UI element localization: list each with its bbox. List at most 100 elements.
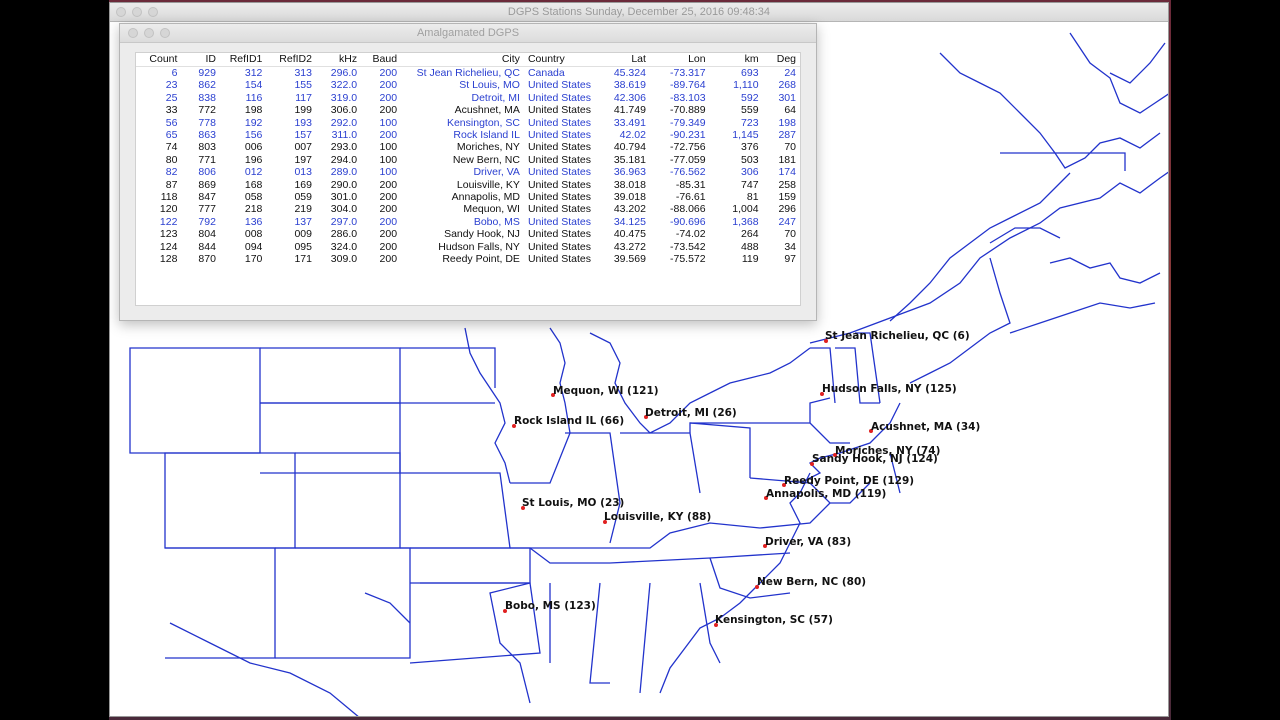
cell-count: 23 bbox=[165, 79, 178, 92]
cell-city: Kensington, SC bbox=[446, 116, 520, 129]
station-label[interactable]: Hudson Falls, NY (125) bbox=[822, 383, 957, 395]
cell-count: 87 bbox=[165, 178, 178, 191]
cell-id: 792 bbox=[198, 215, 216, 228]
station-label[interactable]: Driver, VA (83) bbox=[765, 536, 851, 548]
column-header-refid1[interactable]: RefID1 bbox=[219, 53, 267, 67]
station-label[interactable]: St Jean Richelieu, QC (6) bbox=[825, 330, 970, 342]
table-row[interactable]: 124 844 094 095 324.0 200 Hudson Falls, NY Unit… bbox=[136, 241, 800, 253]
cell-lat: 39.018 bbox=[613, 191, 646, 204]
cell-city: Reedy Point, DE bbox=[442, 253, 520, 266]
cell-lat: 40.794 bbox=[613, 141, 646, 154]
stations-table-view[interactable]: Count ID RefID1 RefID2 kHz Baud City Cou… bbox=[135, 52, 801, 306]
cell-count: 123 bbox=[159, 228, 178, 241]
zoom-button[interactable] bbox=[160, 28, 170, 38]
station-label[interactable]: Detroit, MI (26) bbox=[645, 407, 737, 419]
column-header-deg[interactable]: Deg bbox=[762, 53, 800, 67]
station-label[interactable]: Bobo, MS (123) bbox=[505, 600, 596, 612]
cell-km: 693 bbox=[741, 67, 759, 79]
cell-lon: -76.61 bbox=[675, 191, 706, 204]
column-header-city[interactable]: City bbox=[401, 53, 524, 67]
cell-deg: 24 bbox=[784, 67, 796, 79]
table-row[interactable]: 74 803 006 007 293.0 100 Moriches, NY United St… bbox=[136, 141, 800, 153]
zoom-button[interactable] bbox=[148, 7, 158, 17]
station-label[interactable]: Acushnet, MA (34) bbox=[871, 421, 980, 433]
cell-khz: 292.0 bbox=[330, 116, 358, 129]
cell-city: Mequon, WI bbox=[463, 203, 520, 216]
table-row[interactable]: 87 869 168 169 290.0 200 Louisville, KY United … bbox=[136, 179, 800, 191]
column-header-km[interactable]: km bbox=[709, 53, 763, 67]
station-label[interactable]: New Bern, NC (80) bbox=[757, 576, 866, 588]
cell-refid2: 197 bbox=[294, 153, 312, 166]
station-label[interactable]: Mequon, WI (121) bbox=[553, 385, 659, 397]
table-row[interactable]: 120 777 218 219 304.0 200 Mequon, WI United Sta… bbox=[136, 203, 800, 215]
table-row[interactable]: 23 862 154 155 322.0 200 St Louis, MO United St… bbox=[136, 79, 800, 91]
table-row[interactable]: 25 838 116 117 319.0 200 Detroit, MI United Sta… bbox=[136, 92, 800, 104]
cell-lon: -76.562 bbox=[669, 166, 706, 179]
minimize-button[interactable] bbox=[144, 28, 154, 38]
cell-lon: -77.059 bbox=[669, 153, 706, 166]
cell-deg: 34 bbox=[784, 240, 796, 253]
cell-baud: 100 bbox=[379, 141, 398, 154]
table-row[interactable]: 82 806 012 013 289.0 100 Driver, VA United Stat… bbox=[136, 166, 800, 178]
column-header-lon[interactable]: Lon bbox=[649, 53, 710, 67]
cell-km: 559 bbox=[741, 104, 759, 117]
cell-lat: 43.272 bbox=[613, 240, 646, 253]
table-row[interactable]: 128 870 170 171 309.0 200 Reedy Point, DE Unite… bbox=[136, 253, 800, 265]
table-body: 6 929 312 313 296.0 200 St Jean Richelieu, QC C… bbox=[136, 67, 800, 266]
cell-id: 806 bbox=[198, 166, 216, 179]
cell-refid1: 170 bbox=[244, 253, 263, 266]
cell-km: 1,368 bbox=[732, 215, 759, 228]
column-header-baud[interactable]: Baud bbox=[361, 53, 402, 67]
table-row[interactable]: 65 863 156 157 311.0 200 Rock Island IL United … bbox=[136, 129, 800, 141]
cell-id: 777 bbox=[198, 203, 216, 216]
close-button[interactable] bbox=[116, 7, 126, 17]
cell-count: 33 bbox=[165, 104, 178, 117]
cell-lat: 36.963 bbox=[613, 166, 646, 179]
cell-country: United States bbox=[527, 228, 591, 241]
cell-baud: 200 bbox=[379, 203, 398, 216]
cell-deg: 198 bbox=[778, 116, 796, 129]
column-header-lat[interactable]: Lat bbox=[600, 53, 650, 67]
cell-lat: 34.125 bbox=[613, 215, 646, 228]
cell-refid1: 198 bbox=[244, 104, 263, 117]
cell-refid1: 218 bbox=[244, 203, 263, 216]
column-header-count[interactable]: Count bbox=[136, 53, 182, 67]
station-label[interactable]: Rock Island IL (66) bbox=[514, 415, 624, 427]
cell-khz: 311.0 bbox=[331, 129, 358, 142]
station-label[interactable]: Reedy Point, DE (129) bbox=[784, 475, 914, 487]
cell-lat: 42.02 bbox=[619, 129, 646, 142]
cell-count: 120 bbox=[159, 203, 178, 216]
cell-lat: 42.306 bbox=[613, 91, 646, 104]
station-label[interactable]: Annapolis, MD (119) bbox=[766, 488, 886, 500]
table-row[interactable]: 118 847 058 059 301.0 200 Annapolis, MD United … bbox=[136, 191, 800, 203]
table-row[interactable]: 122 792 136 137 297.0 200 Bobo, MS United State… bbox=[136, 216, 800, 228]
cell-count: 25 bbox=[165, 91, 178, 104]
station-label[interactable]: St Louis, MO (23) bbox=[522, 497, 624, 509]
table-row[interactable]: 123 804 008 009 286.0 200 Sandy Hook, NJ United… bbox=[136, 228, 800, 240]
cell-id: 870 bbox=[198, 253, 216, 266]
table-row[interactable]: 33 772 198 199 306.0 200 Acushnet, MA United St… bbox=[136, 104, 800, 116]
station-label[interactable]: Sandy Hook, NJ (124) bbox=[812, 453, 938, 465]
table-row[interactable]: 56 778 192 193 292.0 100 Kensington, SC United … bbox=[136, 117, 800, 129]
main-title-bar[interactable]: DGPS Stations Sunday, December 25, 2016 … bbox=[110, 3, 1168, 22]
column-header-id[interactable]: ID bbox=[181, 53, 220, 67]
minimize-button[interactable] bbox=[132, 7, 142, 17]
station-label[interactable]: Louisville, KY (88) bbox=[604, 511, 711, 523]
column-header-refid2[interactable]: RefID2 bbox=[266, 53, 316, 67]
table-row[interactable]: 80 771 196 197 294.0 100 New Bern, NC United St… bbox=[136, 154, 800, 166]
cell-km: 1,110 bbox=[733, 79, 759, 92]
cell-refid1: 116 bbox=[245, 91, 263, 104]
table-title-bar[interactable]: Amalgamated DGPS bbox=[120, 24, 816, 43]
cell-id: 847 bbox=[198, 191, 216, 204]
cell-country: United States bbox=[527, 116, 591, 129]
cell-khz: 324.0 bbox=[330, 240, 358, 253]
cell-km: 723 bbox=[741, 116, 759, 129]
cell-km: 376 bbox=[741, 141, 759, 154]
column-header-country[interactable]: Country bbox=[523, 53, 601, 67]
column-header-khz[interactable]: kHz bbox=[315, 53, 362, 67]
cell-country: United States bbox=[527, 178, 591, 191]
close-button[interactable] bbox=[128, 28, 138, 38]
station-label[interactable]: Kensington, SC (57) bbox=[715, 614, 833, 626]
table-row[interactable]: 6 929 312 313 296.0 200 St Jean Richelieu, QC C… bbox=[136, 67, 800, 80]
cell-lon: -75.572 bbox=[669, 253, 706, 266]
